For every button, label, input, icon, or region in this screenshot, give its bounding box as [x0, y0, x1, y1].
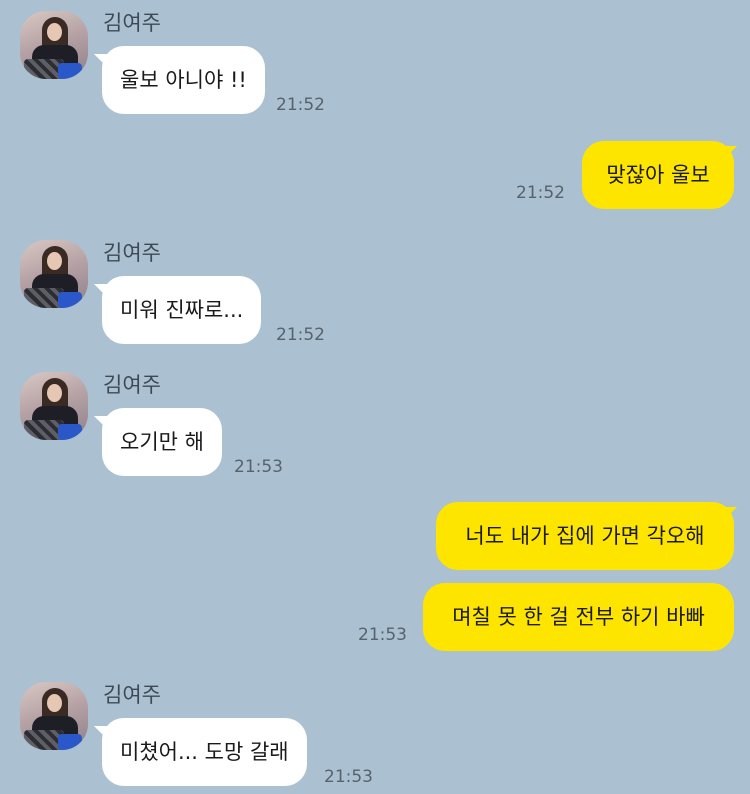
avatar-detail — [58, 292, 82, 308]
message-timestamp: 21:53 — [324, 767, 373, 787]
incoming-message-bubble[interactable]: 울보 아니야 !! — [102, 46, 265, 114]
avatar-detail — [58, 424, 82, 440]
avatar-face — [47, 694, 62, 712]
sender-name: 김여주 — [103, 373, 161, 397]
avatar-detail — [58, 63, 82, 79]
avatar-face — [47, 384, 62, 402]
contact-avatar[interactable] — [20, 682, 88, 750]
avatar-face — [47, 23, 62, 41]
sender-name: 김여주 — [103, 11, 161, 35]
contact-avatar[interactable] — [20, 372, 88, 440]
incoming-message-bubble[interactable]: 오기만 해 — [102, 408, 222, 476]
bubble-tail — [723, 146, 737, 160]
sender-name: 김여주 — [103, 683, 161, 707]
outgoing-message-bubble[interactable]: 맞잖아 울보 — [582, 141, 734, 209]
incoming-message-bubble[interactable]: 미쳤어... 도망 갈래 — [102, 718, 307, 786]
avatar-detail — [58, 734, 82, 750]
outgoing-message-bubble[interactable]: 너도 내가 집에 가면 각오해 — [436, 502, 734, 570]
outgoing-message-bubble[interactable]: 며칠 못 한 걸 전부 하기 바빠 — [423, 583, 734, 651]
contact-avatar[interactable] — [20, 240, 88, 308]
message-timestamp: 21:52 — [276, 95, 325, 115]
message-timestamp: 21:53 — [358, 625, 407, 645]
message-timestamp: 21:52 — [276, 325, 325, 345]
sender-name: 김여주 — [103, 241, 161, 265]
message-timestamp: 21:53 — [234, 457, 283, 477]
message-timestamp: 21:52 — [516, 183, 565, 203]
incoming-message-bubble[interactable]: 미워 진짜로... — [102, 276, 262, 344]
avatar-face — [47, 252, 62, 270]
bubble-tail — [723, 507, 737, 521]
contact-avatar[interactable] — [20, 11, 88, 79]
